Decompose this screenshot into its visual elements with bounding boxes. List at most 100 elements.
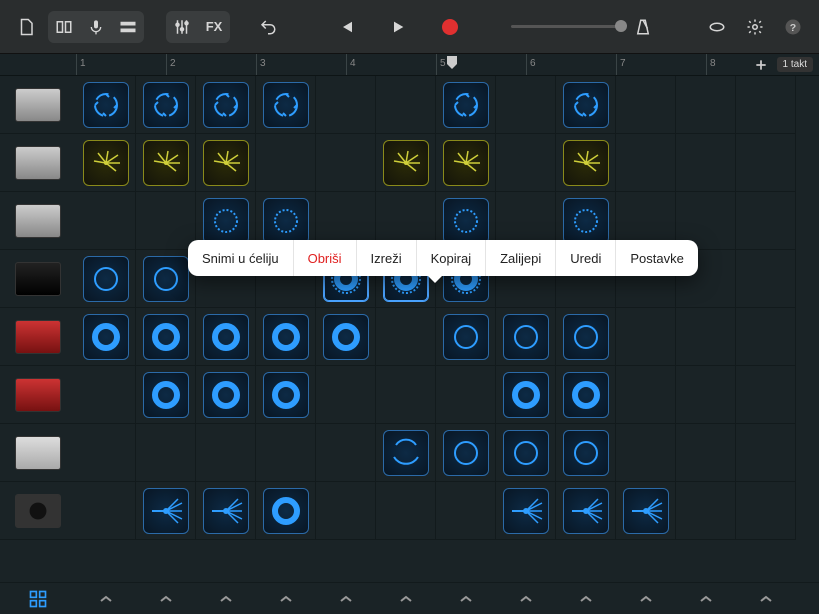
grid-cell[interactable]: [196, 76, 256, 134]
loop-cell[interactable]: [563, 314, 609, 360]
track-header-synth[interactable]: [0, 424, 76, 482]
grid-cell[interactable]: [136, 76, 196, 134]
grid-cell[interactable]: [316, 366, 376, 424]
grid-cell[interactable]: [736, 76, 796, 134]
track-header-keys-1[interactable]: [0, 250, 76, 308]
grid-cell[interactable]: [436, 308, 496, 366]
grid-cell[interactable]: [496, 482, 556, 540]
grid-cell[interactable]: [736, 134, 796, 192]
loop-cell[interactable]: [143, 372, 189, 418]
grid-cell[interactable]: [556, 366, 616, 424]
loop-cell[interactable]: [143, 314, 189, 360]
column-trigger[interactable]: [736, 583, 796, 614]
grid-cell[interactable]: [76, 482, 136, 540]
grid-cell[interactable]: [676, 134, 736, 192]
loop-cell[interactable]: [383, 430, 429, 476]
grid-cell[interactable]: [736, 482, 796, 540]
grid-cell[interactable]: [256, 308, 316, 366]
mic-icon[interactable]: [80, 11, 112, 43]
column-trigger[interactable]: [436, 583, 496, 614]
grid-cell[interactable]: [676, 308, 736, 366]
play-icon[interactable]: [382, 11, 414, 43]
timeline-ruler[interactable]: 12345678: [76, 54, 739, 75]
grid-cell[interactable]: [376, 482, 436, 540]
record-icon[interactable]: [434, 11, 466, 43]
loop-cell[interactable]: [503, 430, 549, 476]
grid-cell[interactable]: [376, 424, 436, 482]
grid-cell[interactable]: [436, 424, 496, 482]
context-menu-item[interactable]: Zalijepi: [485, 240, 555, 276]
loop-cell[interactable]: [203, 198, 249, 244]
grid-cell[interactable]: [616, 424, 676, 482]
loop-cell[interactable]: [263, 82, 309, 128]
grid-cell[interactable]: [376, 308, 436, 366]
grid-cell[interactable]: [136, 192, 196, 250]
grid-cell[interactable]: [436, 366, 496, 424]
loop-cell[interactable]: [203, 82, 249, 128]
add-column-icon[interactable]: [751, 55, 771, 75]
undo-icon[interactable]: [252, 11, 284, 43]
grid-cell[interactable]: [436, 76, 496, 134]
column-trigger[interactable]: [676, 583, 736, 614]
loop-cell[interactable]: [143, 488, 189, 534]
track-header-drum-machine-3[interactable]: [0, 192, 76, 250]
document-icon[interactable]: [10, 11, 42, 43]
grid-cell[interactable]: [676, 366, 736, 424]
grid-cell[interactable]: [76, 134, 136, 192]
grid-cell[interactable]: [736, 424, 796, 482]
grid-cell[interactable]: [316, 424, 376, 482]
loop-cell[interactable]: [563, 140, 609, 186]
settings-icon[interactable]: [739, 11, 771, 43]
context-menu-item[interactable]: Snimi u ćeliju: [188, 240, 293, 276]
loop-cell[interactable]: [563, 82, 609, 128]
loop-cell[interactable]: [323, 314, 369, 360]
loop-cell[interactable]: [443, 430, 489, 476]
mixer-icon[interactable]: [166, 11, 198, 43]
loop-cell[interactable]: [203, 140, 249, 186]
loop-cell[interactable]: [383, 140, 429, 186]
volume-slider[interactable]: [511, 25, 621, 28]
loop-cell[interactable]: [83, 314, 129, 360]
loop-cell[interactable]: [443, 82, 489, 128]
track-header-keys-2[interactable]: [0, 308, 76, 366]
grid-cell[interactable]: [196, 424, 256, 482]
grid-cell[interactable]: [616, 308, 676, 366]
loop-library-icon[interactable]: [701, 11, 733, 43]
loop-cell[interactable]: [443, 314, 489, 360]
zoom-label[interactable]: 1 takt: [777, 57, 813, 72]
loop-cell[interactable]: [503, 314, 549, 360]
grid-cell[interactable]: [676, 482, 736, 540]
grid-cell[interactable]: [376, 134, 436, 192]
grid-cell[interactable]: [136, 134, 196, 192]
grid-cell[interactable]: [256, 366, 316, 424]
grid-cell[interactable]: [316, 76, 376, 134]
grid-cell[interactable]: [736, 366, 796, 424]
browser-icon[interactable]: [48, 11, 80, 43]
grid-cell[interactable]: [196, 134, 256, 192]
loop-cell[interactable]: [263, 198, 309, 244]
loop-cell[interactable]: [143, 82, 189, 128]
grid-cell[interactable]: [496, 76, 556, 134]
grid-cell[interactable]: [76, 76, 136, 134]
track-header-keys-3[interactable]: [0, 366, 76, 424]
grid-cell[interactable]: [556, 308, 616, 366]
loop-cell[interactable]: [263, 372, 309, 418]
grid-cell[interactable]: [196, 482, 256, 540]
column-trigger[interactable]: [256, 583, 316, 614]
grid-cell[interactable]: [616, 76, 676, 134]
grid-cell[interactable]: [496, 424, 556, 482]
grid-cell[interactable]: [376, 366, 436, 424]
loop-cell[interactable]: [563, 372, 609, 418]
grid-cell[interactable]: [496, 366, 556, 424]
loop-cell[interactable]: [83, 256, 129, 302]
grid-cell[interactable]: [436, 482, 496, 540]
grid-mode-icon[interactable]: [0, 583, 76, 614]
context-menu-item[interactable]: Postavke: [615, 240, 697, 276]
rewind-icon[interactable]: [330, 11, 362, 43]
track-header-drum-machine-1[interactable]: [0, 76, 76, 134]
loop-cell[interactable]: [443, 140, 489, 186]
grid-cell[interactable]: [436, 134, 496, 192]
fx-button[interactable]: FX: [198, 11, 230, 43]
grid-cell[interactable]: [196, 366, 256, 424]
grid-cell[interactable]: [76, 308, 136, 366]
